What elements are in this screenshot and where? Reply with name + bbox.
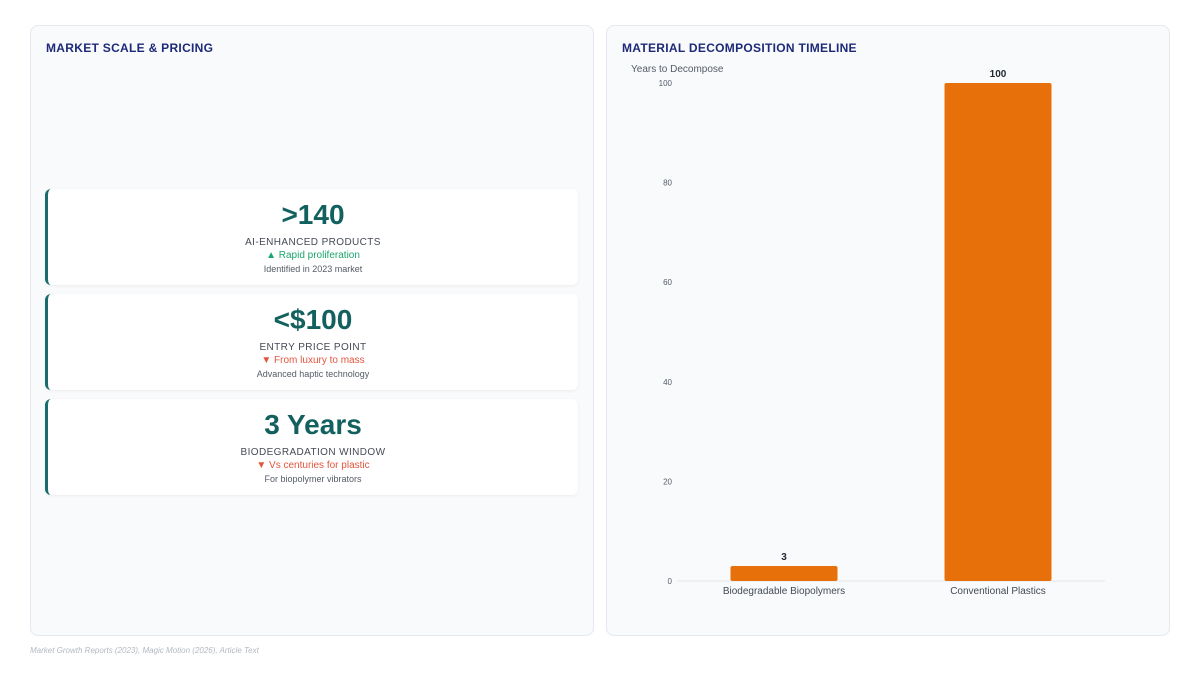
trend-down-icon: ▼ — [261, 355, 272, 366]
trend-up-icon: ▲ — [266, 250, 276, 261]
kpi-value: >140 — [281, 199, 345, 230]
decomposition-panel: MATERIAL DECOMPOSITION TIMELINE Years to… — [606, 25, 1170, 636]
kpi-trend-text: From luxury to mass — [274, 355, 365, 366]
kpi-note: Identified in 2023 market — [263, 264, 363, 274]
y-axis-label: Years to Decompose — [631, 64, 724, 75]
kpi-note: Advanced haptic technology — [256, 369, 370, 379]
bar-0 — [730, 566, 838, 581]
y-tick-label: 60 — [663, 278, 672, 287]
kpi-trend-text: Vs centuries for plastic — [269, 460, 370, 471]
kpi-label: ENTRY PRICE POINT — [259, 342, 367, 353]
bar-value-label: 3 — [781, 552, 787, 563]
y-axis-ticks: 0 20 40 60 80 100 — [659, 79, 673, 586]
kpi-card-biodegradation: 3 Years BIODEGRADATION WINDOW ▼ Vs centu… — [45, 399, 578, 495]
kpi-trend: ▲ Rapid proliferation — [48, 250, 578, 261]
x-tick-label: Conventional Plastics — [950, 586, 1046, 597]
kpi-value: <$100 — [273, 304, 353, 335]
source-footnote: Market Growth Reports (2023), Magic Moti… — [30, 646, 259, 655]
trend-down-icon: ▼ — [256, 460, 267, 471]
x-tick-label: Biodegradable Biopolymers — [723, 586, 845, 597]
kpi-trend: ▼ Vs centuries for plastic — [48, 460, 578, 471]
y-tick-label: 20 — [663, 477, 672, 486]
kpi-card-products: >140 AI-ENHANCED PRODUCTS ▲ Rapid prolif… — [45, 189, 578, 285]
bar-value-label: 100 — [990, 69, 1007, 80]
kpi-card-price: <$100 ENTRY PRICE POINT ▼ From luxury to… — [45, 294, 578, 390]
kpi-label: BIODEGRADATION WINDOW — [240, 447, 386, 458]
y-tick-label: 80 — [663, 179, 672, 188]
bar-series — [730, 83, 1052, 581]
x-axis-ticks: Biodegradable Biopolymers Conventional Pl… — [723, 586, 1046, 597]
kpi-trend: ▼ From luxury to mass — [48, 355, 578, 366]
kpi-cards: >140 AI-ENHANCED PRODUCTS ▲ Rapid prolif… — [45, 189, 578, 504]
panel-title-market: MARKET SCALE & PRICING — [46, 41, 214, 55]
kpi-note: For biopolymer vibrators — [264, 474, 362, 484]
decomposition-bar-chart: Years to Decompose 0 20 40 60 80 100 3 100 Bio… — [631, 64, 1105, 597]
kpi-trend-text: Rapid proliferation — [278, 250, 360, 261]
kpi-label: AI-ENHANCED PRODUCTS — [245, 237, 381, 248]
y-tick-label: 40 — [663, 378, 672, 387]
y-tick-label: 0 — [668, 577, 673, 586]
kpi-value: 3 Years — [264, 409, 362, 440]
y-tick-label: 100 — [659, 79, 673, 88]
market-scale-panel: MARKET SCALE & PRICING >140 AI-ENHANCED … — [30, 25, 594, 636]
bar-1 — [944, 83, 1052, 581]
